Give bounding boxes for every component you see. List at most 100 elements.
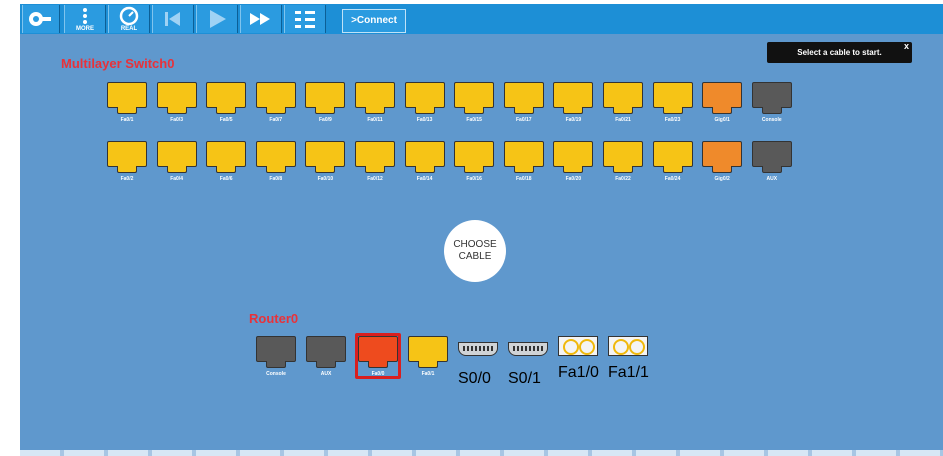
port-label: Fa0/4 [170,176,183,182]
rj45-port-icon [503,141,544,167]
ethernet-port[interactable]: Fa0/5 [206,82,247,123]
previous-button[interactable] [152,5,194,33]
rj45-port-icon [408,336,448,362]
port-label: S0/0 [458,370,491,387]
list-button[interactable] [284,5,326,33]
play-icon [210,10,226,28]
ethernet-port[interactable]: Fa0/17 [503,82,544,123]
ethernet-port[interactable]: AUX [306,336,346,377]
ethernet-port[interactable]: Gig0/2 [702,141,743,182]
port-label: Console [266,371,286,377]
ethernet-port[interactable]: Fa0/16 [454,141,495,182]
previous-icon [165,12,180,26]
rj45-port-icon [306,336,346,362]
fiber-port[interactable]: Fa1/1 [608,336,649,382]
rj45-port-icon [454,82,495,108]
serial-port-icon [458,342,498,356]
rj45-port-icon [206,141,247,167]
ethernet-port[interactable]: Fa0/20 [553,141,594,182]
rj45-port-icon [553,141,594,167]
fiber-ring-icon [563,339,579,355]
port-label: Fa0/1 [421,371,435,377]
ethernet-port[interactable]: Fa0/11 [355,82,395,123]
rj45-port-icon [751,82,792,108]
ethernet-port[interactable]: Fa0/19 [553,82,594,123]
rj45-port-icon [255,82,296,108]
ethernet-port[interactable]: Fa0/10 [305,141,346,182]
port-label: Fa0/6 [219,176,233,182]
fiber-port[interactable]: Fa1/0 [558,336,599,382]
port-label: Fa0/8 [269,176,283,182]
hint-text: Select a cable to start. [797,48,882,57]
ethernet-port[interactable]: Fa0/23 [652,82,693,123]
rj45-port-icon [404,82,445,108]
rj45-port-icon [107,82,147,108]
ethernet-port[interactable]: Fa0/12 [355,141,395,182]
rj45-port-icon [652,141,693,167]
rj45-port-icon [156,141,197,167]
ethernet-port[interactable]: Fa0/1 [107,82,147,123]
rj45-port-icon [603,82,643,108]
ethernet-port[interactable]: Fa0/8 [255,141,296,182]
ethernet-port[interactable]: Fa0/13 [404,82,445,123]
port-label: Fa0/5 [219,117,233,123]
rj45-port-icon [107,141,147,167]
ethernet-port[interactable]: Fa0/9 [305,82,346,123]
rj45-port-icon [255,141,296,167]
serial-port[interactable]: S0/1 [508,336,548,388]
ethernet-port[interactable]: Fa0/6 [206,141,247,182]
ethernet-port[interactable]: Fa0/24 [652,141,693,182]
port-label: Fa0/3 [170,117,183,123]
ethernet-port[interactable]: Fa0/4 [156,141,197,182]
port-label: Fa0/21 [615,117,631,123]
ethernet-port[interactable]: Fa0/22 [603,141,643,182]
switch-title: Multilayer Switch0 [61,56,175,71]
port-label: Fa0/17 [516,117,532,123]
ethernet-port[interactable]: Fa0/3 [156,82,197,123]
more-button[interactable]: MORE [64,5,106,33]
connect-button[interactable]: >Connect [342,9,406,33]
ethernet-port[interactable]: Fa0/14 [404,141,445,182]
rj45-port-icon [503,82,544,108]
port-label: Fa0/23 [664,117,681,123]
ethernet-port[interactable]: Fa0/15 [454,82,495,123]
rj45-port-icon [305,141,346,167]
ethernet-port[interactable]: Gig0/1 [702,82,743,123]
port-label: Fa0/9 [318,117,332,123]
fast-forward-button[interactable] [240,5,282,33]
cable-stage: Select a cable to start. x Multilayer Sw… [20,34,943,456]
ethernet-port[interactable]: Console [751,82,792,123]
rj45-port-icon [404,141,445,167]
port-label: Fa0/0 [371,371,385,377]
fast-forward-icon [250,13,270,25]
port-label: Console [761,117,782,123]
port-label: Fa0/2 [120,176,134,182]
close-icon[interactable]: x [904,36,909,57]
rj45-port-icon [751,141,792,167]
ethernet-port[interactable]: Fa0/1 [408,336,448,377]
ethernet-port[interactable]: Fa0/2 [107,141,147,182]
port-label: Gig0/2 [714,176,730,182]
real-time-button[interactable]: REAL [108,5,150,33]
port-label: Fa0/24 [664,176,681,182]
fiber-ring-icon [629,339,645,355]
rj45-port-icon [256,336,296,362]
port-label: Fa1/0 [558,364,599,381]
choose-cable-button[interactable]: CHOOSE CABLE [444,220,506,282]
port-label: Fa0/10 [317,176,334,182]
port-label: Gig0/1 [714,117,730,123]
ethernet-port-selected[interactable]: Fa0/0 [358,336,398,377]
ethernet-port[interactable]: Fa0/18 [503,141,544,182]
ethernet-port[interactable]: AUX [751,141,792,182]
serial-port[interactable]: S0/0 [458,336,498,388]
rj45-port-icon [652,82,693,108]
port-label: S0/1 [508,370,541,387]
ethernet-port[interactable]: Console [256,336,296,377]
port-label: Fa0/20 [565,176,582,182]
settings-button[interactable] [22,5,60,33]
port-label: Fa0/7 [269,117,283,123]
ethernet-port[interactable]: Fa0/7 [255,82,296,123]
port-label: Fa0/1 [120,117,134,123]
ethernet-port[interactable]: Fa0/21 [603,82,643,123]
play-button[interactable] [196,5,238,33]
